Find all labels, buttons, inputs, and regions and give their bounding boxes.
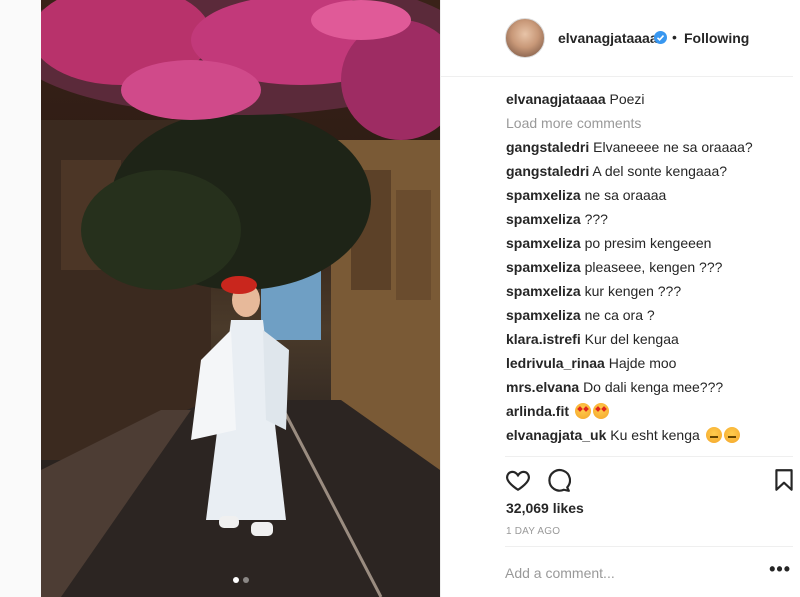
heart-icon[interactable] xyxy=(505,467,531,493)
caption-username[interactable]: elvanagjataaaa xyxy=(506,91,606,107)
angry-emoji-icon xyxy=(705,427,722,443)
comment-text: Hajde moo xyxy=(608,355,677,371)
more-options-icon[interactable]: ••• xyxy=(769,560,791,578)
comment-text: Do dali kenga mee??? xyxy=(583,379,724,395)
photo-scene xyxy=(41,0,440,597)
carousel-dot-active[interactable] xyxy=(232,577,239,583)
comment-username[interactable]: klara.istrefi xyxy=(506,331,581,347)
comment-text: ??? xyxy=(584,211,608,227)
post-caption: elvanagjataaaa Poezi xyxy=(506,90,796,114)
comment-username[interactable]: spamxeliza xyxy=(506,307,581,323)
comment-item: klara.istrefi Kur del kengaa xyxy=(506,330,796,354)
comment-item: ledrivula_rinaa Hajde moo xyxy=(506,354,796,378)
comment-item: spamxeliza ??? xyxy=(506,210,796,234)
author-avatar[interactable] xyxy=(505,18,545,58)
comment-item: spamxeliza pleaseee, kengen ??? xyxy=(506,258,796,282)
likes-count[interactable]: 32,069 likes xyxy=(506,500,584,516)
star-struck-emoji-icon xyxy=(574,403,591,419)
comment-item: gangstaledri Elvaneeee ne sa oraaaa? xyxy=(506,138,796,162)
comment-text: Ku esht kenga xyxy=(610,427,700,443)
bookmark-icon[interactable] xyxy=(771,467,797,493)
comment-bubble-icon[interactable] xyxy=(545,467,571,493)
post-timestamp[interactable]: 1 DAY AGO xyxy=(506,526,560,537)
comment-text: kur kengen ??? xyxy=(584,283,682,299)
comment-username[interactable]: spamxeliza xyxy=(506,211,581,227)
add-comment-input[interactable] xyxy=(505,561,755,585)
comment-text: Elvaneeee ne sa oraaaa? xyxy=(593,139,753,155)
comment-item: mrs.elvana Do dali kenga mee??? xyxy=(506,378,796,402)
post-header: elvanagjataaaa • Following xyxy=(441,0,793,77)
load-more-comments-button[interactable]: Load more comments xyxy=(506,114,796,138)
add-comment-bar: ••• xyxy=(505,546,793,597)
comment-item: spamxeliza ne sa oraaaa xyxy=(506,186,796,210)
comment-text: ne sa oraaaa xyxy=(584,187,667,203)
comment-text: po presim kengeeen xyxy=(584,235,712,251)
angry-emoji-icon xyxy=(723,427,740,443)
comment-username[interactable]: spamxeliza xyxy=(506,187,581,203)
post-photo[interactable] xyxy=(41,0,440,597)
comment-username[interactable]: mrs.elvana xyxy=(506,379,579,395)
comment-username[interactable]: gangstaledri xyxy=(506,139,589,155)
post-actions xyxy=(505,456,793,500)
comment-text: ne ca ora ? xyxy=(584,307,655,323)
comment-item: spamxeliza ne ca ora ? xyxy=(506,306,796,330)
comment-item: arlinda.fit xyxy=(506,402,796,426)
comment-username[interactable]: spamxeliza xyxy=(506,235,581,251)
carousel-dot[interactable] xyxy=(242,577,249,583)
verified-badge-icon xyxy=(654,31,667,44)
comment-text: pleaseee, kengen ??? xyxy=(584,259,723,275)
comment-username[interactable]: elvanagjata_uk xyxy=(506,427,606,443)
carousel-dots xyxy=(232,577,249,583)
comment-username[interactable]: ledrivula_rinaa xyxy=(506,355,605,371)
comment-item: elvanagjata_uk Ku esht kenga xyxy=(506,426,796,450)
comment-username[interactable]: arlinda.fit xyxy=(506,403,569,419)
comment-username[interactable]: spamxeliza xyxy=(506,259,581,275)
author-username[interactable]: elvanagjataaaa xyxy=(558,30,658,46)
comment-item: gangstaledri A del sonte kengaaa? xyxy=(506,162,796,186)
comment-username[interactable]: gangstaledri xyxy=(506,163,589,179)
header-separator: • xyxy=(672,29,677,45)
comment-username[interactable]: spamxeliza xyxy=(506,283,581,299)
following-button[interactable]: Following xyxy=(684,30,749,46)
star-struck-emoji-icon xyxy=(592,403,609,419)
comment-text: Kur del kengaa xyxy=(584,331,679,347)
comment-item: spamxeliza po presim kengeeen xyxy=(506,234,796,258)
comments-list: elvanagjataaaa Poezi Load more comments … xyxy=(506,90,796,450)
comment-item: spamxeliza kur kengen ??? xyxy=(506,282,796,306)
caption-text: Poezi xyxy=(609,91,645,107)
post-side-panel: elvanagjataaaa • Following elvanagjataaa… xyxy=(440,0,800,597)
comment-text: A del sonte kengaaa? xyxy=(592,163,728,179)
